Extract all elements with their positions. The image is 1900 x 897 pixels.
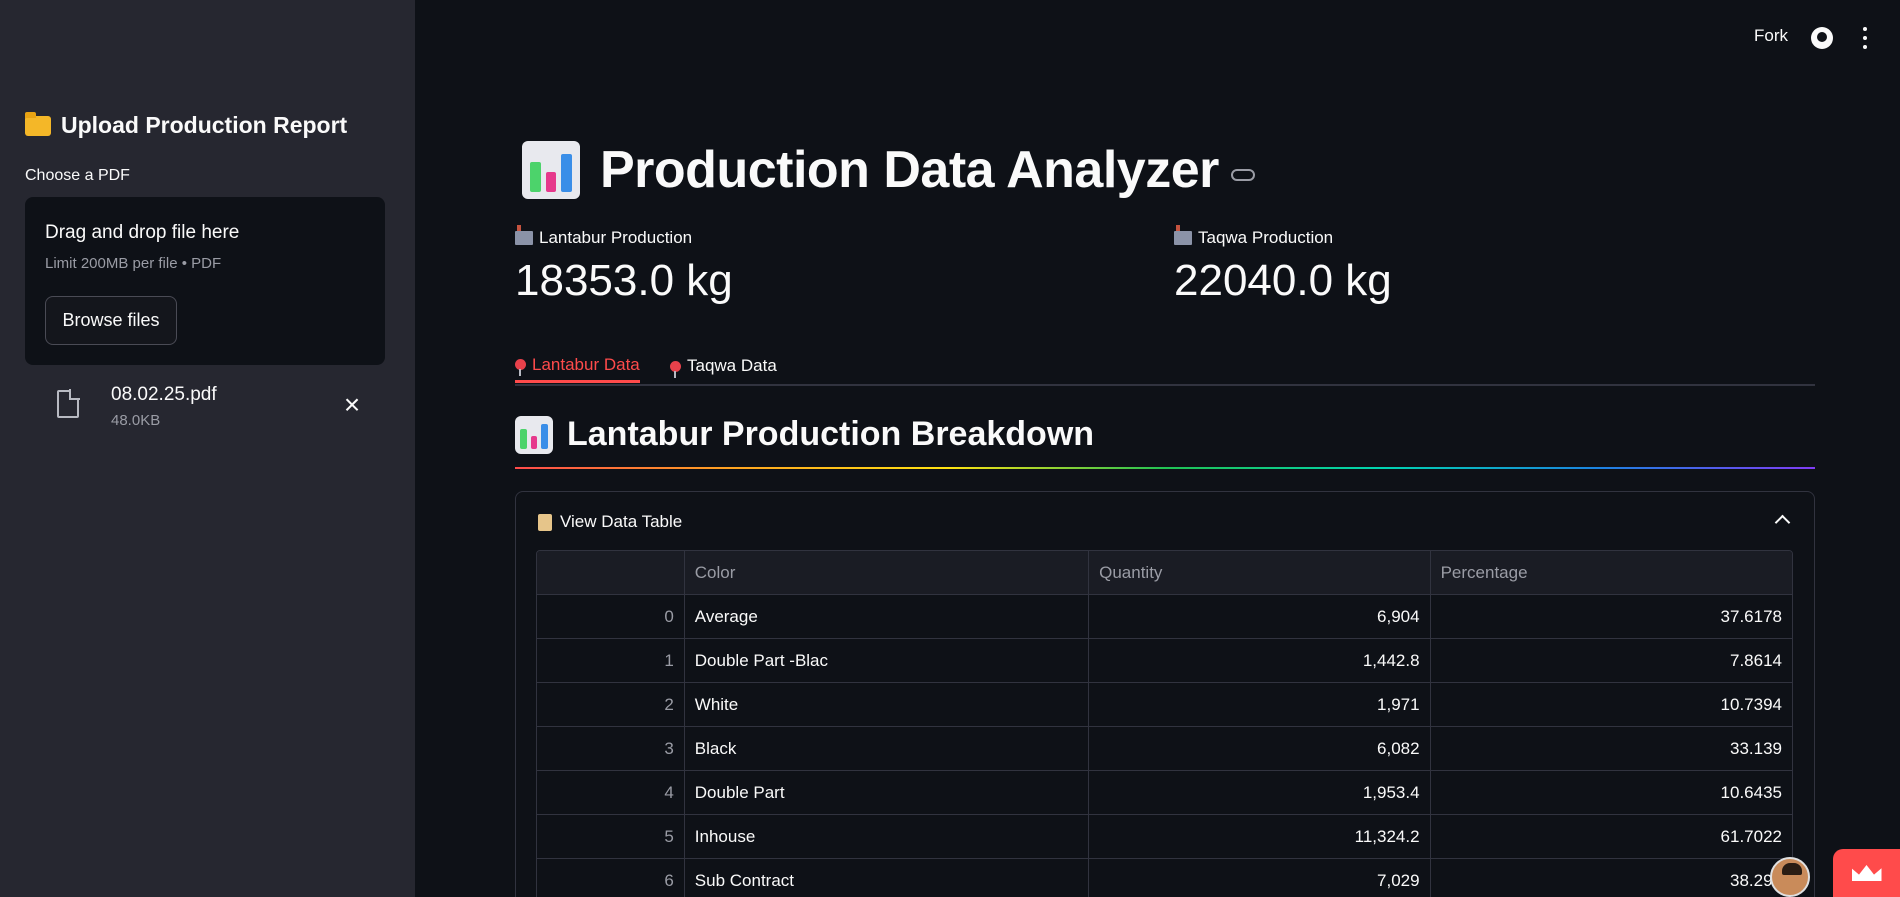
sidebar: Upload Production Report Choose a PDF Dr… — [0, 0, 415, 897]
metric-label: Taqwa Production — [1198, 228, 1334, 247]
metric-lantabur: Lantabur Production 18353.0 kg — [515, 225, 733, 306]
section-title: Lantabur Production Breakdown — [567, 415, 1095, 453]
cell-color: Double Part — [685, 771, 1090, 814]
fork-button[interactable]: Fork — [1754, 26, 1788, 46]
pin-icon — [670, 360, 681, 378]
column-header-percentage[interactable]: Percentage — [1431, 551, 1792, 594]
metric-taqwa: Taqwa Production 22040.0 kg — [1174, 225, 1392, 306]
row-index: 1 — [537, 639, 685, 682]
column-header-color[interactable]: Color — [685, 551, 1090, 594]
cell-color: Sub Contract — [685, 859, 1090, 897]
scroll-icon — [538, 513, 552, 531]
table-row: 2 White 1,971 10.7394 — [537, 683, 1792, 727]
table-row: 6 Sub Contract 7,029 38.298 — [537, 859, 1792, 897]
anchor-link-icon[interactable] — [1230, 169, 1255, 181]
table-header-row: Color Quantity Percentage — [537, 551, 1792, 595]
file-dropzone[interactable]: Drag and drop file here Limit 200MB per … — [25, 197, 385, 365]
file-name: 08.02.25.pdf — [111, 384, 217, 405]
file-icon — [57, 389, 80, 418]
tab-lantabur-data[interactable]: Lantabur Data — [515, 349, 640, 383]
dropzone-limit: Limit 200MB per file • PDF — [45, 255, 222, 272]
cell-percentage: 33.139 — [1730, 738, 1782, 758]
folder-icon — [25, 111, 51, 136]
metric-label: Lantabur Production — [539, 228, 693, 247]
cell-color: Average — [685, 595, 1090, 638]
data-table[interactable]: Color Quantity Percentage 0 Average 6,90… — [536, 550, 1793, 897]
cell-color: Inhouse — [685, 815, 1090, 858]
sidebar-title-text: Upload Production Report — [61, 112, 348, 138]
chevron-up-icon[interactable] — [1774, 514, 1791, 531]
table-row: 4 Double Part 1,953.4 10.6435 — [537, 771, 1792, 815]
page-title: Production Data Analyzer — [600, 141, 1219, 199]
browse-files-button[interactable]: Browse files — [45, 296, 177, 345]
tab-label: Taqwa Data — [687, 356, 777, 375]
bar-chart-icon — [522, 141, 580, 199]
cell-quantity: 1,971 — [1089, 683, 1431, 726]
cell-quantity: 1,442.8 — [1089, 639, 1431, 682]
cell-quantity: 1,953.4 — [1089, 771, 1431, 814]
cell-color: Double Part -Blac — [685, 639, 1090, 682]
cell-percentage: 7.8614 — [1730, 650, 1782, 670]
uploaded-file: 08.02.25.pdf 48.0KB × — [25, 380, 385, 440]
row-index: 2 — [537, 683, 685, 726]
remove-file-icon[interactable]: × — [341, 391, 363, 419]
table-row: 0 Average 6,904 37.6178 — [537, 595, 1792, 639]
rainbow-divider — [515, 467, 1815, 469]
cell-percentage: 10.6435 — [1720, 782, 1782, 802]
cell-color: Black — [685, 727, 1090, 770]
tab-label: Lantabur Data — [532, 354, 640, 374]
crown-icon — [1851, 865, 1882, 881]
streamlit-badge[interactable] — [1833, 849, 1900, 897]
table-row: 5 Inhouse 11,324.2 61.7022 — [537, 815, 1792, 859]
section-header: Lantabur Production Breakdown — [515, 415, 1094, 454]
row-index: 5 — [537, 815, 685, 858]
expander-label: View Data Table — [560, 512, 683, 531]
expander-header[interactable]: View Data Table — [538, 512, 682, 532]
row-index: 0 — [537, 595, 685, 638]
column-header-index[interactable] — [537, 551, 685, 594]
data-table-expander: View Data Table Color Quantity Percentag… — [515, 491, 1815, 897]
dropzone-title: Drag and drop file here — [45, 222, 240, 243]
row-index: 4 — [537, 771, 685, 814]
sidebar-title: Upload Production Report — [25, 111, 348, 139]
cell-percentage: 38.298 — [1730, 870, 1782, 890]
file-size: 48.0KB — [111, 412, 161, 429]
tab-taqwa-data[interactable]: Taqwa Data — [670, 349, 777, 383]
cell-percentage: 37.6178 — [1720, 606, 1782, 626]
cell-percentage: 61.7022 — [1720, 826, 1782, 846]
factory-icon — [1174, 225, 1192, 245]
cell-quantity: 6,904 — [1089, 595, 1431, 638]
row-index: 6 — [537, 859, 685, 897]
column-header-quantity[interactable]: Quantity — [1089, 551, 1431, 594]
uploader-label: Choose a PDF — [25, 167, 130, 184]
avatar[interactable] — [1770, 857, 1810, 897]
github-icon[interactable] — [1811, 27, 1833, 49]
more-menu-icon[interactable] — [1862, 27, 1868, 49]
tab-bar: Lantabur Data Taqwa Data — [515, 345, 1815, 386]
table-row: 1 Double Part -Blac 1,442.8 7.8614 — [537, 639, 1792, 683]
bar-chart-icon — [515, 415, 553, 454]
page-header: Production Data Analyzer — [522, 140, 1255, 200]
metric-value: 18353.0 kg — [515, 256, 733, 305]
row-index: 3 — [537, 727, 685, 770]
metric-value: 22040.0 kg — [1174, 256, 1392, 305]
factory-icon — [515, 225, 533, 245]
cell-quantity: 6,082 — [1089, 727, 1431, 770]
cell-quantity: 11,324.2 — [1089, 815, 1431, 858]
cell-percentage: 10.7394 — [1720, 694, 1782, 714]
table-row: 3 Black 6,082 33.139 — [537, 727, 1792, 771]
cell-color: White — [685, 683, 1090, 726]
cell-quantity: 7,029 — [1089, 859, 1431, 897]
pin-icon — [515, 359, 526, 376]
